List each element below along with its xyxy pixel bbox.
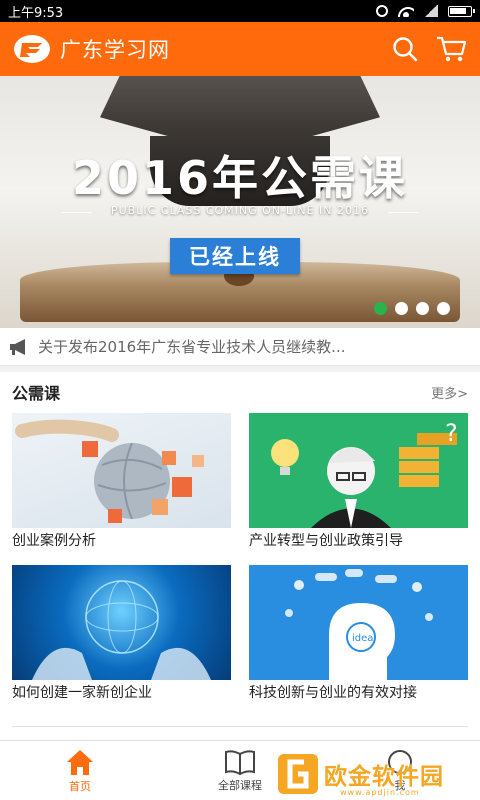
battery-icon xyxy=(448,5,475,17)
course-label: 如何创建一家新创企业 xyxy=(12,685,152,701)
carousel-indicator xyxy=(374,302,450,315)
course-label: 创业案例分析 xyxy=(12,533,96,549)
cube-globe-illustration xyxy=(12,413,231,528)
status-time: 上午9:53 xyxy=(8,5,64,21)
banner-rule-right xyxy=(388,212,418,213)
banner-online-tag: 已经上线 xyxy=(170,238,300,274)
alarm-icon xyxy=(376,5,388,17)
section-title: 公需课 xyxy=(12,384,61,403)
course-card[interactable]: idea 科技创新与创业的有效对接 xyxy=(249,565,468,702)
banner-rule-left xyxy=(62,212,92,213)
notice-bar[interactable]: 关于发布2016年广东省专业技术人员继续教... xyxy=(0,328,480,366)
search-icon xyxy=(393,37,418,62)
app-title: 广东学习网 xyxy=(60,38,170,62)
banner-subline: PUBLIC CLASS COMING ON-LINE IN 2016 xyxy=(110,204,370,217)
search-button[interactable] xyxy=(388,32,422,66)
status-icons xyxy=(376,5,475,17)
notice-text: 关于发布2016年广东省专业技术人员继续教... xyxy=(38,338,346,356)
cart-button[interactable] xyxy=(434,32,468,66)
watermark: 欧金软件园 www.apdjin.com xyxy=(278,752,474,797)
app-header: 广东学习网 xyxy=(0,22,480,76)
course-label: 科技创新与创业的有效对接 xyxy=(249,685,417,701)
promo-banner[interactable]: 2016年公需课 PUBLIC CLASS COMING ON-LINE IN … xyxy=(0,76,480,328)
course-card[interactable]: 如何创建一家新创企业 xyxy=(12,565,231,702)
book-icon xyxy=(225,749,255,775)
carousel-dot-1[interactable] xyxy=(374,302,387,315)
signal-icon xyxy=(424,5,438,17)
watermark-url: www.apdjin.com xyxy=(340,788,420,797)
cart-icon xyxy=(437,36,466,62)
nav-label: 首页 xyxy=(69,779,91,793)
hands-globe-illustration xyxy=(12,565,231,680)
section-header: 公需课 更多> xyxy=(0,372,480,412)
section-divider xyxy=(12,726,468,727)
nav-item-home[interactable]: 首页 xyxy=(0,741,160,800)
megaphone-icon xyxy=(10,338,25,355)
course-label: 产业转型与创业政策引导 xyxy=(249,533,403,549)
more-link[interactable]: 更多> xyxy=(431,383,468,402)
app-logo-icon xyxy=(14,35,50,63)
svg-text:?: ? xyxy=(445,419,458,447)
banner-headline: 2016年公需课 xyxy=(71,151,409,205)
nav-label: 全部课程 xyxy=(218,778,262,792)
course-card[interactable]: ? 产业转型与创业政策引导 xyxy=(249,413,468,550)
course-card[interactable]: 创业案例分析 xyxy=(12,413,231,550)
carousel-dot-3[interactable] xyxy=(416,302,429,315)
watermark-text: 欧金软件园 xyxy=(324,764,444,790)
carousel-dot-4[interactable] xyxy=(437,302,450,315)
public-course-section: 公需课 更多> 创业案例分析 ? 产业转型与创业政策引导 如何创建一家新创企业 … xyxy=(0,372,480,740)
svg-text:idea: idea xyxy=(352,633,373,644)
home-icon xyxy=(67,749,93,775)
idea-head-illustration: idea xyxy=(249,565,468,680)
businessman-gold-illustration: ? xyxy=(249,413,468,528)
watermark-logo-icon xyxy=(278,754,318,794)
status-bar: 上午9:53 xyxy=(0,0,480,22)
wifi-icon xyxy=(398,5,414,17)
carousel-dot-2[interactable] xyxy=(395,302,408,315)
